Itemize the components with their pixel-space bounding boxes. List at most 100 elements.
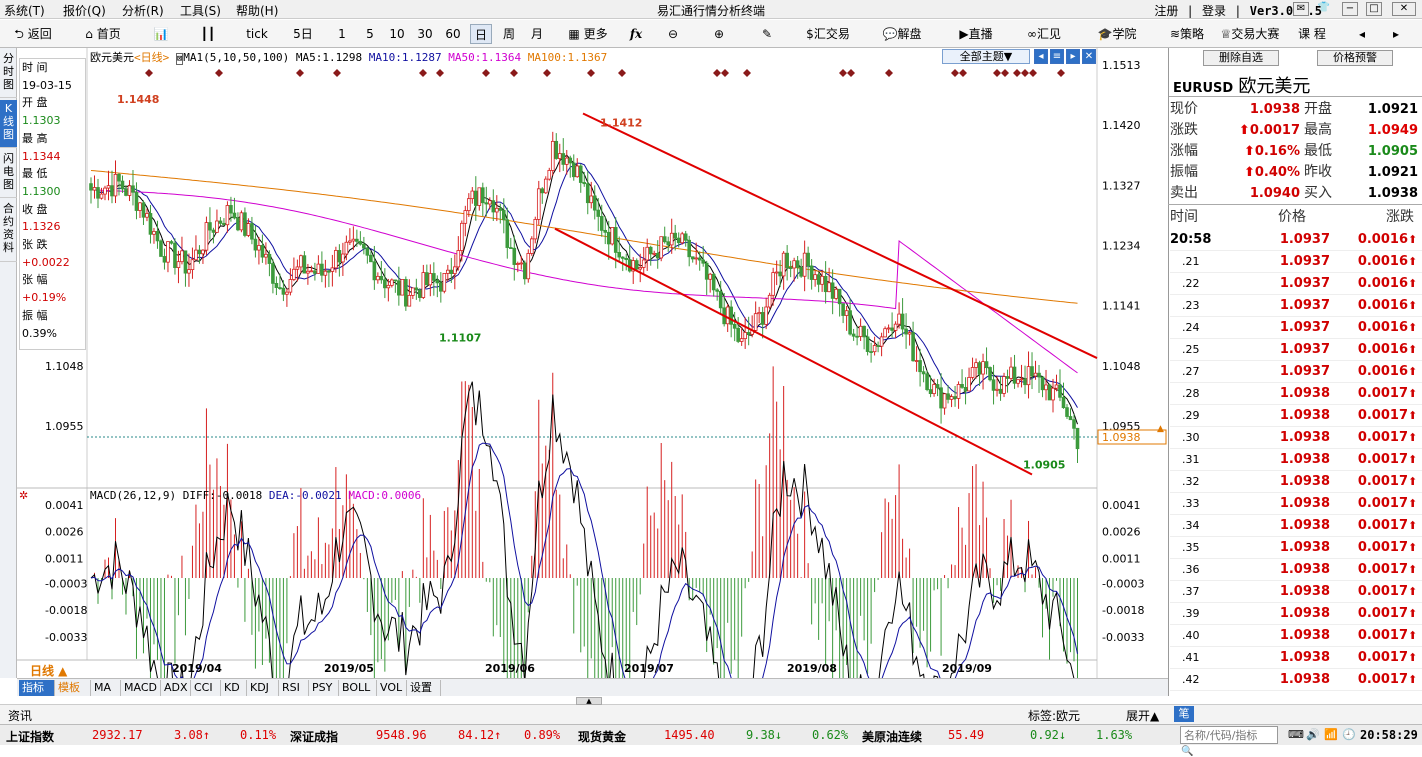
draw-pen-icon[interactable]: ✎ <box>756 24 778 44</box>
macd-settings-icon[interactable]: ✲ <box>19 489 28 502</box>
candle <box>851 328 856 341</box>
message-icon[interactable]: ✉ <box>1293 2 1309 16</box>
candle <box>970 357 975 380</box>
view-button[interactable]: ∞汇见 <box>1018 24 1070 44</box>
left-arrow-icon[interactable]: ◂ <box>1352 24 1372 44</box>
minimize-icon[interactable]: − <box>1342 2 1358 16</box>
period-1min[interactable]: 1 <box>334 24 350 44</box>
candle-body <box>453 266 457 274</box>
login-link[interactable]: 登录 <box>1202 4 1226 18</box>
tick-change: 0.0016 <box>1357 320 1408 335</box>
candle <box>383 268 387 299</box>
indicator-tab-macd[interactable]: MACD <box>121 680 161 696</box>
period-5min[interactable]: 5 <box>362 24 378 44</box>
collapse-handle-icon[interactable]: ▲ <box>576 697 602 705</box>
tab-contract-info[interactable]: 合约资料 <box>0 200 17 262</box>
indicator-tab-指标[interactable]: 指标 <box>19 680 55 696</box>
event-marker-icon <box>482 69 490 77</box>
period-bottom-label[interactable]: 日线 ▲ <box>30 662 67 679</box>
chart-type-button[interactable]: 📊 <box>148 24 174 44</box>
indicator-tab-kd[interactable]: KD <box>221 680 247 696</box>
candle-body <box>561 153 566 165</box>
menu-quote[interactable]: 报价(Q) <box>63 2 106 19</box>
menu-tools[interactable]: 工具(S) <box>180 2 221 19</box>
contest-button[interactable]: ♕交易大赛 <box>1216 24 1284 44</box>
info-label: 张 幅 <box>22 273 48 287</box>
indicator-tab-adx[interactable]: ADX <box>161 680 191 696</box>
indicator-tab-模板[interactable]: 模板 <box>55 680 91 696</box>
price-alert-button[interactable]: 价格预警 <box>1317 50 1393 66</box>
period-5day[interactable]: 5日 <box>290 24 316 44</box>
maximize-icon[interactable]: □ <box>1366 2 1382 16</box>
candle <box>956 381 961 409</box>
academy-button[interactable]: 🎓学院 <box>1092 24 1142 44</box>
indicator-tab-psy[interactable]: PSY <box>309 680 339 696</box>
period-60min[interactable]: 60 <box>442 24 464 44</box>
tick-price: 1.0938 <box>1279 672 1330 687</box>
speaker-icon[interactable]: 🔊 <box>1306 728 1320 741</box>
right-arrow-icon[interactable]: ▸ <box>1386 24 1406 44</box>
candle-body <box>432 273 436 281</box>
theme-select[interactable]: 全部主题▼ <box>942 49 1030 64</box>
tab-kline[interactable]: K线图 <box>0 100 17 148</box>
menu-system[interactable]: 系统(T) <box>4 2 45 19</box>
indicator-tab-rsi[interactable]: RSI <box>279 680 309 696</box>
fx-button[interactable]: fx <box>624 24 648 44</box>
candle <box>411 287 415 300</box>
close-icon[interactable]: ✕ <box>1392 2 1416 16</box>
search-input[interactable] <box>1181 727 1261 743</box>
candle-body <box>1040 376 1045 391</box>
indicator-tab-kdj[interactable]: KDJ <box>247 680 279 696</box>
kline-icon-button[interactable]: ┃┃ <box>196 24 220 44</box>
course-button[interactable]: 课 程 <box>1290 24 1334 44</box>
theme-list-icon[interactable]: ≡ <box>1050 49 1064 64</box>
candle-body <box>166 241 170 263</box>
period-week[interactable]: 周 <box>498 24 520 44</box>
period-30min[interactable]: 30 <box>414 24 436 44</box>
live-button[interactable]: ▶直播 <box>950 24 1002 44</box>
indicator-tab-设置[interactable]: 设置 <box>407 680 441 696</box>
kline-chart[interactable]: 1.1513 1.1420 1.1327 1.1234 1.1141 1.1048 1.09… <box>17 48 1168 678</box>
pen-button[interactable]: 笔 <box>1174 706 1194 722</box>
candle-body <box>568 157 573 164</box>
ma10-line <box>90 162 1078 408</box>
expand-button[interactable]: 展开▲ <box>1126 707 1159 724</box>
candle-body <box>729 306 733 325</box>
period-month[interactable]: 月 <box>526 24 548 44</box>
indicator-tab-ma[interactable]: MA <box>91 680 121 696</box>
up-arrow-icon: ⬆ <box>1408 299 1418 312</box>
search-icon[interactable]: 🔍 <box>1181 746 1193 757</box>
strategy-button[interactable]: ≋策略 <box>1162 24 1212 44</box>
tick-time: .37 <box>1182 585 1200 598</box>
indicator-tab-boll[interactable]: BOLL <box>339 680 377 696</box>
period-10min[interactable]: 10 <box>386 24 408 44</box>
date-axis-label: 2019/04 <box>172 662 222 675</box>
theme-next-icon[interactable]: ▸ <box>1066 49 1080 64</box>
tick-price: 1.0938 <box>1279 628 1330 643</box>
home-button[interactable]: ⌂ 首页 <box>78 24 128 44</box>
remove-favorite-button[interactable]: 删除自选 <box>1203 50 1279 66</box>
tab-timeshare[interactable]: 分时图 <box>0 50 17 98</box>
theme-close-icon[interactable]: ✕ <box>1082 49 1096 64</box>
more-button[interactable]: ▦ 更多 <box>566 24 610 44</box>
zoom-in-icon[interactable]: ⊕ <box>708 24 730 44</box>
tab-flash[interactable]: 闪电图 <box>0 150 17 198</box>
shirt-icon[interactable]: 👕 <box>1316 2 1332 16</box>
period-day[interactable]: 日 <box>470 24 492 44</box>
zoom-out-icon[interactable]: ⊖ <box>662 24 684 44</box>
candle-body <box>837 288 842 305</box>
menu-analysis[interactable]: 分析(R) <box>122 2 164 19</box>
back-button[interactable]: ⮌ 返回 <box>8 24 58 44</box>
trade-button[interactable]: $汇交易 <box>798 24 858 44</box>
tick-button[interactable]: tick <box>240 24 274 44</box>
menu-help[interactable]: 帮助(H) <box>236 2 278 19</box>
theme-prev-icon[interactable]: ◂ <box>1034 49 1048 64</box>
candle-body <box>211 229 216 233</box>
news-label[interactable]: 资讯 <box>8 707 32 724</box>
ime-icon[interactable]: ⌨ <box>1288 728 1304 741</box>
register-link[interactable]: 注册 <box>1154 4 1178 18</box>
indicator-tab-vol[interactable]: VOL <box>377 680 407 696</box>
candle <box>508 237 513 249</box>
analysis-button[interactable]: 💬解盘 <box>876 24 928 44</box>
indicator-tab-cci[interactable]: CCI <box>191 680 221 696</box>
